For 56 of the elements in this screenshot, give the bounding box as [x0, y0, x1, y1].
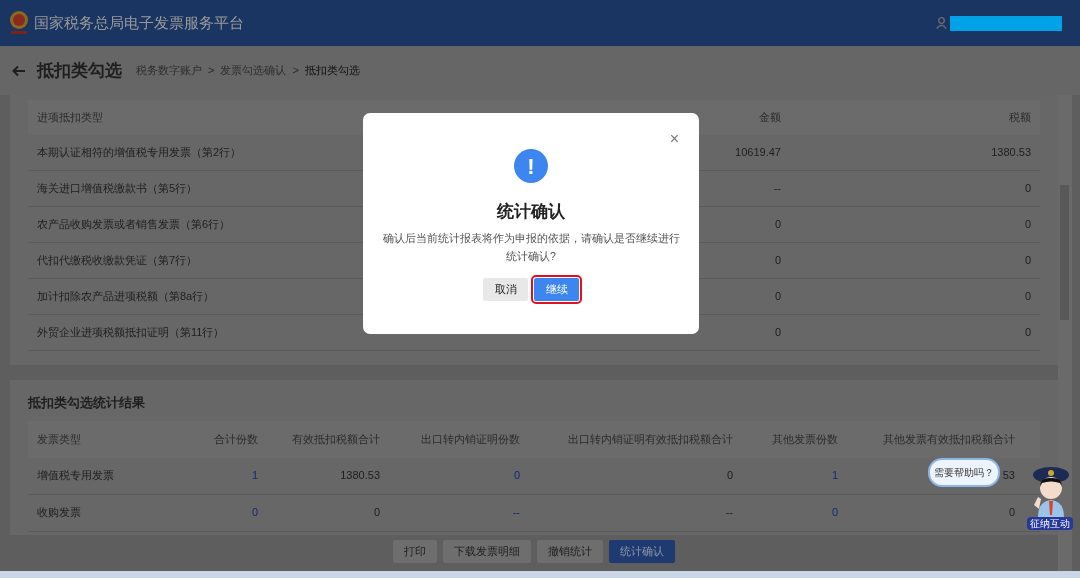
table-cell: 53: [1002, 469, 1015, 482]
table-cell: 0: [774, 218, 781, 231]
table-cell: 0: [373, 506, 380, 519]
dialog-title: 统计确认: [497, 201, 565, 223]
count-link[interactable]: --: [512, 506, 520, 519]
action-button[interactable]: 统计确认: [609, 540, 675, 563]
count-link[interactable]: 1: [831, 469, 838, 482]
assistant-badge[interactable]: 征纳互动: [1027, 517, 1073, 530]
dialog-message: 确认后当前统计报表将作为申报的依据，请确认是否继续进行统计确认?: [381, 230, 681, 264]
table-cell: --: [773, 182, 781, 195]
action-button[interactable]: 撤销统计: [537, 540, 603, 563]
dialog-button[interactable]: 继续: [534, 277, 579, 301]
column-header: 合计份数: [214, 432, 258, 445]
summary-title: 抵扣类勾选统计结果: [28, 394, 146, 412]
table-cell: 外贸企业进项税额抵扣证明（第11行）: [37, 326, 225, 339]
table-cell: 代扣代缴税收缴款凭证（第7行）: [37, 254, 198, 267]
emblem-icon: [8, 10, 30, 36]
table-cell: 0: [726, 469, 733, 482]
table-cell: 农产品收购发票或者销售发票（第6行）: [37, 218, 231, 231]
count-link[interactable]: 0: [513, 469, 520, 482]
table-cell: 增值税专用发票: [37, 469, 114, 482]
table-cell: 10619.47: [735, 146, 781, 159]
count-link[interactable]: 0: [251, 506, 258, 519]
action-button[interactable]: 下载发票明细: [443, 540, 531, 563]
table-cell: 0: [1024, 218, 1031, 231]
breadcrumb-separator: >: [208, 63, 215, 79]
table-cell: 0: [1024, 326, 1031, 339]
table-cell: 0: [774, 326, 781, 339]
platform-title: 国家税务总局电子发票服务平台: [34, 12, 244, 33]
table-cell: 0: [1024, 254, 1031, 267]
action-button[interactable]: 打印: [393, 540, 437, 563]
table-cell: 本期认证相符的增值税专用发票（第2行）: [37, 146, 242, 159]
table-cell: --: [725, 506, 733, 519]
table-cell: 0: [1024, 182, 1031, 195]
close-button[interactable]: ×: [669, 130, 679, 148]
column-header: 金额: [759, 111, 781, 124]
table-cell: 1380.53: [340, 469, 380, 482]
help-speech-bubble[interactable]: 需要帮助吗？: [928, 458, 1000, 487]
breadcrumb-separator: >: [292, 63, 299, 79]
column-header: 税额: [1009, 111, 1031, 124]
table-cell: 1380.53: [991, 146, 1031, 159]
table-cell: 海关进口增值税缴款书（第5行）: [37, 182, 198, 195]
table-cell: 0: [1008, 506, 1015, 519]
count-link[interactable]: 1: [251, 469, 258, 482]
back-arrow-icon[interactable]: [12, 64, 26, 77]
user-icon[interactable]: [936, 17, 947, 29]
page-title: 抵扣类勾选: [37, 59, 122, 82]
table-cell: 0: [774, 254, 781, 267]
table-cell: 加计扣除农产品进项税额（第8a行）: [37, 290, 215, 303]
table-cell: 0: [774, 290, 781, 303]
dialog-button[interactable]: 取消: [483, 277, 528, 301]
table-cell: 0: [1024, 290, 1031, 303]
warning-icon: !: [514, 149, 548, 183]
count-link[interactable]: 0: [831, 506, 838, 519]
table-cell: 收购发票: [37, 506, 81, 519]
column-header: 有效抵扣税额合计: [292, 432, 380, 445]
